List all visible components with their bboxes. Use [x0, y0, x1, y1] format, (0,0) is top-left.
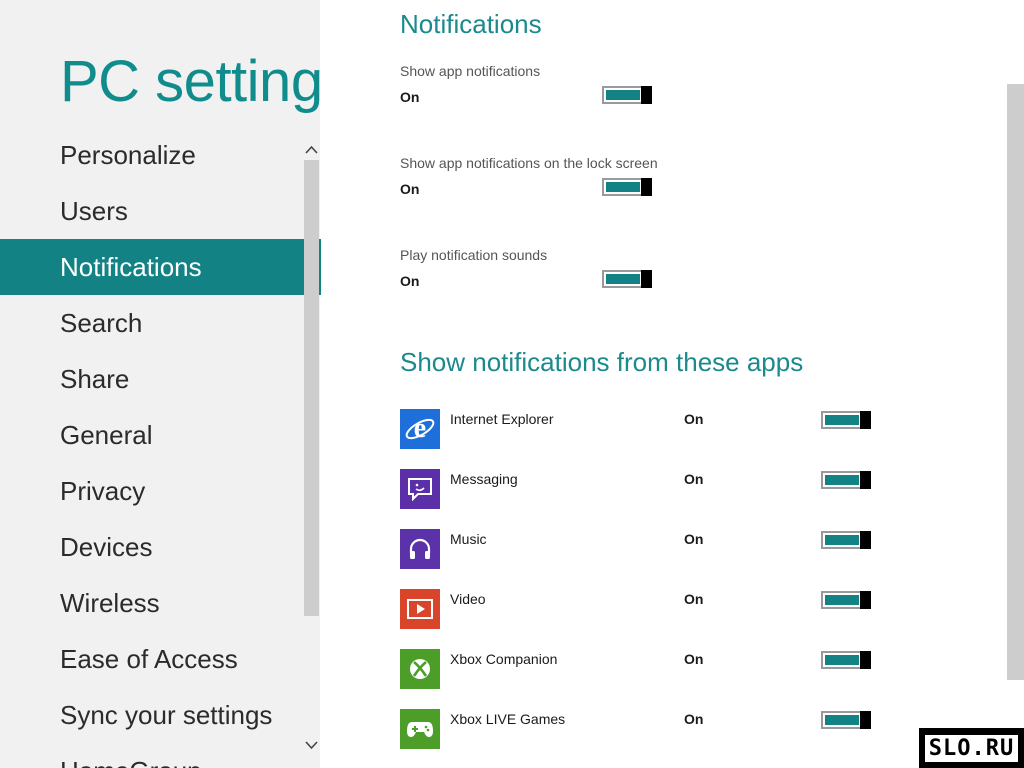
toggle-track — [821, 531, 863, 549]
toggle-fill — [825, 415, 859, 425]
toggle-fill — [825, 535, 859, 545]
app-state: On — [684, 591, 704, 607]
toggle-track — [821, 411, 863, 429]
app-title: PC settings — [60, 49, 320, 114]
watermark-text: SLO.RU — [924, 734, 1019, 762]
app-state: On — [684, 651, 704, 667]
nav-item-privacy[interactable]: Privacy — [0, 463, 304, 519]
nav-item-search[interactable]: Search — [0, 295, 304, 351]
toggle-track — [602, 86, 644, 104]
nav-item-devices[interactable]: Devices — [0, 519, 304, 575]
setting-label-show-app-notifications: Show app notifications — [400, 63, 541, 79]
setting-state-show-app-notifications: On — [400, 89, 420, 105]
app-row-xbox-companion: Xbox Companion On — [400, 649, 880, 689]
app-state: On — [684, 531, 704, 547]
toggle-fill — [606, 274, 640, 284]
navigation-pane: PC settings Personalize Users Notificati… — [0, 0, 320, 768]
app-row-video: Video On — [400, 589, 880, 629]
nav-item-sync-your-settings[interactable]: Sync your settings — [0, 687, 304, 743]
toggle-thumb[interactable] — [641, 270, 652, 288]
toggle-track — [821, 591, 863, 609]
toggle-xbox-live-games[interactable] — [821, 711, 871, 729]
app-name: Video — [450, 591, 486, 607]
nav-item-wireless[interactable]: Wireless — [0, 575, 304, 631]
toggle-fill — [825, 475, 859, 485]
app-name: Xbox LIVE Games — [450, 711, 566, 727]
chevron-down-icon[interactable] — [303, 736, 320, 756]
video-icon — [400, 589, 440, 629]
toggle-thumb[interactable] — [860, 591, 871, 609]
toggle-thumb[interactable] — [860, 651, 871, 669]
toggle-track — [602, 270, 644, 288]
setting-state-lock-screen-notifications: On — [400, 181, 420, 197]
app-name: Xbox Companion — [450, 651, 558, 667]
toggle-music[interactable] — [821, 531, 871, 549]
nav-item-share[interactable]: Share — [0, 351, 304, 407]
toggle-track — [821, 471, 863, 489]
toggle-track — [602, 178, 644, 196]
app-state: On — [684, 411, 704, 427]
svg-text:e: e — [414, 413, 426, 444]
toggle-thumb[interactable] — [860, 711, 871, 729]
toggle-video[interactable] — [821, 591, 871, 609]
app-row-messaging: Messaging On — [400, 469, 880, 509]
toggle-thumb[interactable] — [641, 86, 652, 104]
watermark-logo: SLO.RU — [919, 728, 1024, 768]
nav-item-notifications[interactable]: Notifications — [0, 239, 304, 295]
app-row-internet-explorer: e Internet Explorer On — [400, 409, 880, 449]
toggle-messaging[interactable] — [821, 471, 871, 489]
app-row-xbox-live-games: Xbox LIVE Games On — [400, 709, 880, 749]
toggle-fill — [606, 182, 640, 192]
toggle-thumb[interactable] — [860, 411, 871, 429]
app-name: Internet Explorer — [450, 411, 554, 427]
nav-item-personalize[interactable]: Personalize — [0, 127, 304, 183]
toggle-track — [821, 711, 863, 729]
xbox-icon — [400, 649, 440, 689]
music-icon — [400, 529, 440, 569]
setting-label-lock-screen-notifications: Show app notifications on the lock scree… — [400, 155, 658, 171]
app-row-music: Music On — [400, 529, 880, 569]
nav-item-ease-of-access[interactable]: Ease of Access — [0, 631, 304, 687]
toggle-fill — [825, 715, 859, 725]
toggle-internet-explorer[interactable] — [821, 411, 871, 429]
toggle-notification-sounds[interactable] — [602, 270, 652, 288]
toggle-xbox-companion[interactable] — [821, 651, 871, 669]
setting-state-notification-sounds: On — [400, 273, 420, 289]
nav-scroll-thumb[interactable] — [304, 160, 319, 616]
internet-explorer-icon: e — [400, 409, 440, 449]
nav-scrollbar[interactable] — [303, 126, 320, 768]
toggle-thumb[interactable] — [860, 531, 871, 549]
game-controller-icon — [400, 709, 440, 749]
nav-item-general[interactable]: General — [0, 407, 304, 463]
toggle-fill — [606, 90, 640, 100]
chevron-up-icon[interactable] — [303, 140, 320, 160]
setting-label-notification-sounds: Play notification sounds — [400, 247, 548, 263]
messaging-icon — [400, 469, 440, 509]
nav-item-users[interactable]: Users — [0, 183, 304, 239]
notifications-heading: Notifications — [400, 9, 542, 39]
toggle-show-app-notifications[interactable] — [602, 86, 652, 104]
app-name: Messaging — [450, 471, 518, 487]
content-scrollbar-thumb[interactable] — [1007, 84, 1024, 680]
nav-item-homegroup[interactable]: HomeGroup — [0, 743, 304, 768]
app-state: On — [684, 471, 704, 487]
apps-section-heading: Show notifications from these apps — [400, 347, 804, 377]
app-name: Music — [450, 531, 487, 547]
toggle-track — [821, 651, 863, 669]
toggle-fill — [825, 655, 859, 665]
content-pane: Notifications Show app notifications On … — [320, 0, 1024, 768]
toggle-thumb[interactable] — [860, 471, 871, 489]
toggle-fill — [825, 595, 859, 605]
app-state: On — [684, 711, 704, 727]
toggle-lock-screen-notifications[interactable] — [602, 178, 652, 196]
toggle-thumb[interactable] — [641, 178, 652, 196]
